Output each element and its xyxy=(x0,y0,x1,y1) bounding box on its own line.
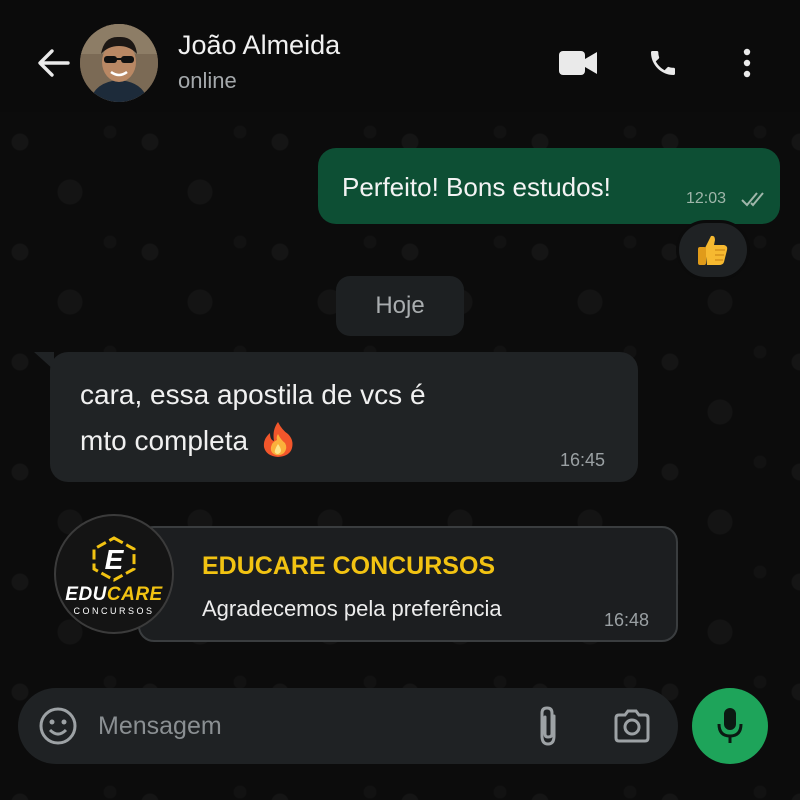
emoji-icon xyxy=(39,707,77,745)
contact-status: online xyxy=(178,68,237,93)
logo-wordmark: EDUCARE xyxy=(56,584,172,606)
business-title: EDUCARE CONCURSOS xyxy=(202,552,496,580)
message-line-2: mto completa xyxy=(80,425,249,456)
message-time: 12:03 xyxy=(686,190,727,207)
date-separator: Hoje xyxy=(336,276,464,336)
phone-icon xyxy=(651,51,675,75)
incoming-message[interactable]: cara, essa apostila de vcs é mto complet… xyxy=(34,352,638,482)
fire-emoji-icon xyxy=(263,422,293,457)
message-time: 16:45 xyxy=(560,450,606,470)
business-logo[interactable]: E EDUCARE CONCURSOS xyxy=(54,514,174,634)
thumbs-up-icon xyxy=(698,235,728,265)
message-line-1: cara, essa apostila de vcs é xyxy=(80,379,426,410)
camera-icon xyxy=(614,709,650,743)
voice-message-button[interactable] xyxy=(692,688,768,764)
message-input[interactable] xyxy=(98,706,498,746)
contact-name[interactable]: João Almeida xyxy=(178,30,340,61)
back-arrow-icon xyxy=(38,49,70,77)
outgoing-message[interactable]: Perfeito! Bons estudos! xyxy=(318,148,780,224)
business-subtitle: Agradecemos pela preferência xyxy=(202,596,502,621)
video-call-icon xyxy=(559,51,597,75)
microphone-icon xyxy=(717,708,743,743)
logo-subtext: CONCURSOS xyxy=(73,606,155,616)
more-options-button[interactable] xyxy=(730,40,764,86)
more-vert-icon xyxy=(743,48,751,78)
message-text: Perfeito! Bons estudos! xyxy=(342,172,611,202)
video-call-button[interactable] xyxy=(552,40,604,86)
voice-call-button[interactable] xyxy=(640,40,686,86)
chat-header: João Almeida online xyxy=(0,0,800,112)
camera-button[interactable] xyxy=(612,706,652,746)
emoji-button[interactable] xyxy=(38,706,78,746)
message-text: cara, essa apostila de vcs é mto complet… xyxy=(80,372,600,464)
double-check-icon xyxy=(740,190,766,213)
logo-letter: E xyxy=(105,544,125,575)
message-composer xyxy=(18,688,678,764)
message-time: 16:48 xyxy=(604,610,650,630)
logo-word-yellow: CARE xyxy=(106,584,163,605)
business-message-card[interactable]: EDUCARE CONCURSOS Agradecemos pela prefe… xyxy=(138,526,678,642)
paperclip-icon xyxy=(540,706,556,746)
attach-button[interactable] xyxy=(530,704,566,748)
avatar[interactable] xyxy=(80,24,158,102)
back-button[interactable] xyxy=(30,40,76,86)
educare-emblem-icon: E xyxy=(92,536,136,582)
logo-word-white: EDU xyxy=(65,584,107,605)
message-reaction[interactable] xyxy=(676,220,750,280)
avatar-photo xyxy=(80,24,158,102)
